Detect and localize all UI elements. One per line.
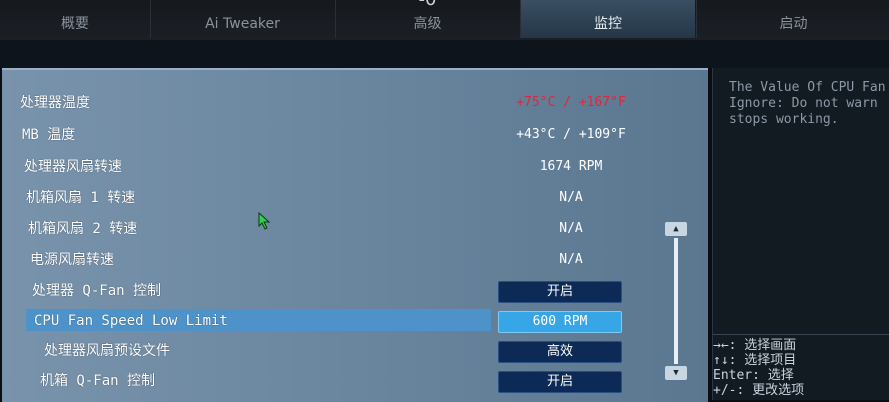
tab-label: 启动 [779,16,808,32]
tab-label: 概要 [61,16,89,32]
setting-label: 处理器温度 [20,95,90,111]
help-divider [713,334,889,335]
tab-label: Ai Tweaker [205,16,280,32]
tab-advanced[interactable]: -0 高级 [335,0,521,38]
setting-label: 电源风扇转速 [30,252,114,268]
advanced-icon: -0 [419,0,437,9]
setting-row-cpu-fan-low-limit[interactable]: CPU Fan Speed Low Limit 600 RPM [2,308,708,334]
key-legend: →←: 选择画面 ↑↓: 选择项目 Enter: 选择 +/-: 更改选项 [713,338,805,398]
setting-value: 1674 RPM [539,159,603,174]
setting-row-cpu-temp[interactable]: 处理器温度 +75°C / +167°F [2,90,708,116]
setting-label: 处理器 Q-Fan 控制 [32,283,162,299]
setting-value: N/A [559,252,583,267]
setting-row-chassis-fan-2[interactable]: 机箱风扇 2 转速 N/A [2,216,708,242]
setting-label: CPU Fan Speed Low Limit [34,313,228,329]
settings-panel: 处理器温度 +75°C / +167°F MB 温度 +43°C / +109°… [2,68,708,402]
setting-label: 机箱风扇 2 转速 [28,221,138,237]
tab-label: 高级 [413,16,442,32]
setting-row-cpu-fan-speed[interactable]: 处理器风扇转速 1674 RPM [2,154,708,180]
scroll-up-arrow-icon[interactable]: ▲ [665,222,687,236]
cpu-fan-profile-select[interactable]: 高效 [498,341,622,363]
scroll-track[interactable] [674,238,678,364]
setting-row-mb-temp[interactable]: MB 温度 +43°C / +109°F [2,122,708,148]
setting-value: N/A [559,190,583,205]
scrollbar[interactable]: ▲ ▼ [665,222,687,382]
tab-overview[interactable]: 概要 [0,0,151,38]
tab-ai-tweaker[interactable]: Ai Tweaker [150,0,336,38]
cpu-qfan-toggle[interactable]: 开启 [498,281,622,303]
chassis-qfan-toggle[interactable]: 开启 [498,371,622,393]
setting-label: MB 温度 [22,127,76,143]
setting-value: +43°C / +109°F [516,127,626,142]
setting-value: N/A [559,221,583,236]
tab-monitor[interactable]: 监控 [521,0,695,38]
setting-row-cpu-qfan[interactable]: 处理器 Q-Fan 控制 开启 [2,278,708,304]
setting-label: 机箱 Q-Fan 控制 [40,373,156,389]
mouse-cursor-icon [258,212,271,230]
scroll-down-arrow-icon[interactable]: ▼ [665,366,687,380]
setting-value: +75°C / +167°F [516,95,626,110]
top-tab-bar: 概要 Ai Tweaker -0 高级 监控 启动 [0,0,889,40]
setting-label: 机箱风扇 1 转速 [26,190,136,206]
setting-label: 处理器风扇预设文件 [44,343,170,359]
tab-label: 监控 [594,16,622,32]
header-gap [0,40,889,68]
help-panel: The Value Of CPU Fan Ignore: Do not warn… [712,68,889,400]
cpu-fan-low-limit-select[interactable]: 600 RPM [498,311,622,333]
tab-boot[interactable]: 启动 [696,0,889,38]
setting-label: 处理器风扇转速 [24,159,122,175]
setting-row-psu-fan[interactable]: 电源风扇转速 N/A [2,247,708,273]
setting-row-chassis-qfan[interactable]: 机箱 Q-Fan 控制 开启 [2,368,708,394]
help-description: The Value Of CPU Fan Ignore: Do not warn… [729,80,886,127]
setting-row-cpu-fan-profile[interactable]: 处理器风扇预设文件 高效 [2,338,708,364]
setting-row-chassis-fan-1[interactable]: 机箱风扇 1 转速 N/A [2,185,708,211]
